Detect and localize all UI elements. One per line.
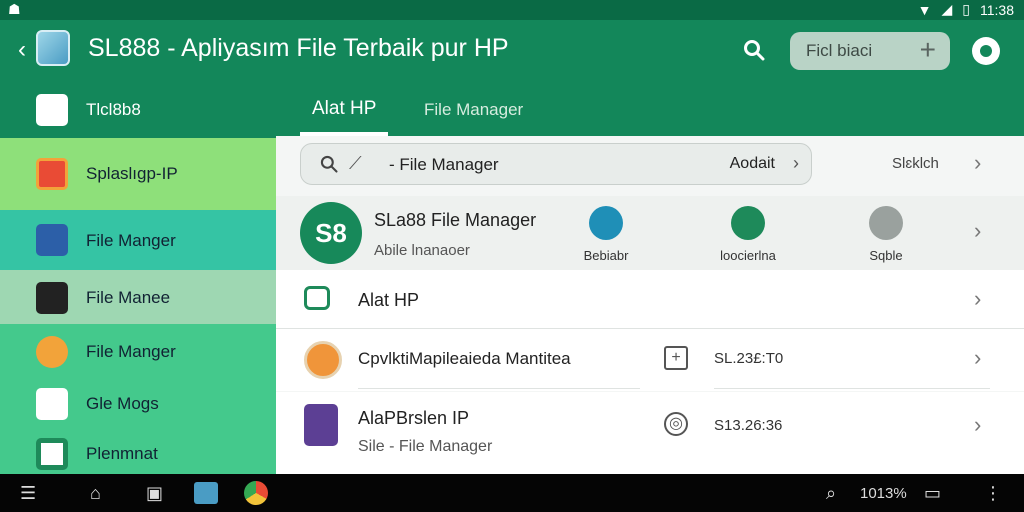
- grid-icon: [36, 438, 68, 470]
- app-badge: S8: [300, 202, 362, 264]
- main-content: ⟋ - File Manager Aodait › Slɛklch › S8 S…: [276, 136, 1024, 474]
- app-logo: [36, 30, 70, 66]
- trash-icon: [869, 206, 903, 240]
- tab-alat-hp[interactable]: Alat HP: [299, 98, 389, 136]
- purple-app-icon: [304, 404, 338, 446]
- new-file-label: Ficl biaci: [806, 41, 873, 60]
- action-bebiabr-button[interactable]: Bebiabr: [556, 206, 656, 263]
- nav-bar: ☰ ⌂ ▣ ⌕ 1013% ▭ ⋮: [0, 474, 1024, 512]
- chevron-right-icon[interactable]: ›: [974, 345, 981, 371]
- gear-icon: [36, 336, 68, 368]
- app-bar: ‹ SL888 - Apliyasım File Terbaik pur HP …: [0, 20, 1024, 82]
- tab-bar: Alat HP File Manager: [276, 82, 1024, 136]
- sidebar-item-1[interactable]: Splaslıgp-IP: [0, 138, 276, 210]
- sidebar-item-0[interactable]: Tlcl8b8: [0, 82, 276, 138]
- recent-apps-icon[interactable]: ▣: [146, 483, 163, 504]
- search-icon: [320, 155, 338, 173]
- search-icon[interactable]: ⌕: [826, 483, 836, 504]
- sidebar-item-4[interactable]: File Manger: [0, 324, 276, 378]
- status-time: 11:38: [980, 1, 1014, 18]
- sidebar-item-3[interactable]: File Manee: [0, 270, 276, 324]
- list-item[interactable]: CpvlktiMapileaieda Mantitea + SL.23£:T0 …: [276, 329, 1024, 391]
- search-input[interactable]: ⟋ - File Manager Aodait ›: [300, 143, 812, 185]
- play-store-icon: [36, 94, 68, 126]
- home-icon[interactable]: ⌂: [90, 483, 101, 504]
- battery-icon: ▯: [962, 1, 970, 17]
- orange-app-icon: [304, 341, 342, 379]
- app-subtitle: Abile lnanaoer: [374, 242, 470, 259]
- app-card[interactable]: S8 SLa88 File Manager Abile lnanaoer Beb…: [276, 196, 1024, 270]
- signal-icon: ◢: [941, 1, 953, 17]
- search-action-button[interactable]: Aodait: [730, 155, 775, 173]
- tab-file-manager[interactable]: File Manager: [424, 100, 523, 120]
- search-icon[interactable]: [742, 38, 766, 62]
- android-icon: ☗: [8, 1, 21, 17]
- sidebar: Tlcl8b8 Splaslıgp-IP File Manger File Ma…: [0, 82, 276, 474]
- status-bar: ☗ ▼ ◢ ▯ 11:38: [0, 0, 1024, 20]
- chevron-right-icon[interactable]: ›: [974, 286, 981, 312]
- folder-icon: [36, 224, 68, 256]
- list-item[interactable]: AlaPBrslen IP Sile - File Manager ◎ S13.…: [276, 392, 1024, 474]
- sidebar-item-2[interactable]: File Manger: [0, 210, 276, 270]
- zoom-level: 1013%: [860, 485, 907, 502]
- action-sqble-button[interactable]: Sqble: [836, 206, 936, 263]
- clock-icon[interactable]: ◎: [664, 412, 688, 436]
- sidebar-item-5[interactable]: Gle Mogs: [0, 378, 276, 430]
- app-name: SLa88 File Manager: [374, 210, 537, 230]
- search-query: - File Manager: [389, 155, 499, 174]
- add-icon[interactable]: +: [664, 346, 688, 370]
- chevron-right-icon[interactable]: ›: [974, 150, 981, 176]
- back-arrow-icon[interactable]: ‹: [18, 38, 26, 62]
- chevron-right-icon[interactable]: ›: [974, 412, 981, 438]
- sidebar-item-6[interactable]: Plenmnat: [0, 430, 276, 474]
- ring-icon: [36, 158, 68, 190]
- chevron-right-icon: ›: [793, 153, 799, 173]
- sort-label[interactable]: Slɛklch: [892, 155, 939, 172]
- list-item[interactable]: Alat HP ›: [276, 270, 1024, 328]
- action-loocierlna-button[interactable]: loocierlna: [698, 206, 798, 263]
- chat-icon[interactable]: [972, 37, 1000, 65]
- chrome-icon[interactable]: [244, 481, 268, 505]
- wifi-icon: ▼: [917, 1, 932, 18]
- plus-icon: +: [919, 34, 936, 65]
- cloud-icon: [36, 388, 68, 420]
- menu-icon[interactable]: ☰: [20, 483, 36, 504]
- page-title: SL888 - Apliyasım File Terbaik pur HP: [88, 34, 509, 62]
- more-vert-icon[interactable]: ⋮: [984, 483, 1002, 504]
- stop-icon: [731, 206, 765, 240]
- window-icon[interactable]: ▭: [924, 483, 941, 504]
- files-app-icon[interactable]: [194, 482, 218, 504]
- mic-icon[interactable]: ⟋: [349, 153, 362, 174]
- chevron-right-icon[interactable]: ›: [974, 218, 981, 244]
- arrow-icon: [36, 282, 68, 314]
- camera-icon: [304, 286, 330, 310]
- share-icon: [589, 206, 623, 240]
- new-file-button[interactable]: Ficl biaci +: [790, 32, 950, 70]
